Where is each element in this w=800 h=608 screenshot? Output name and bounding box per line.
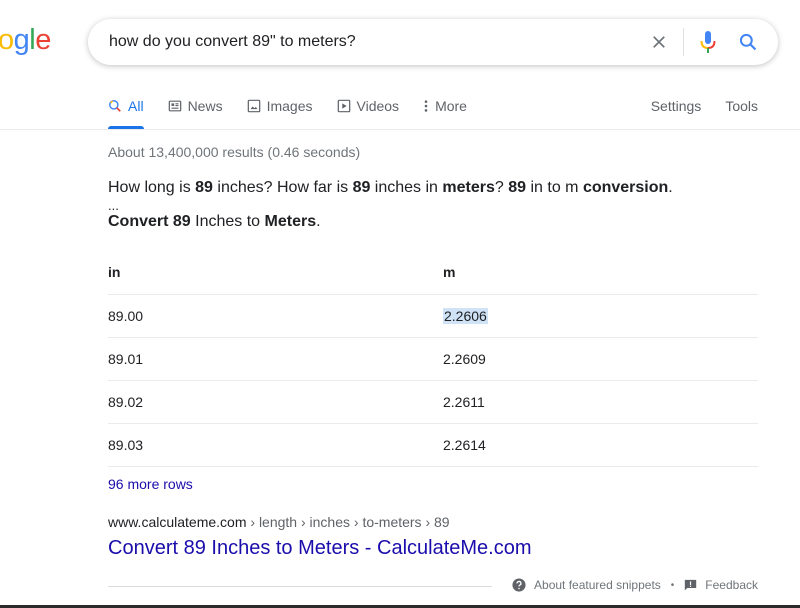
bold-term: 89 xyxy=(195,179,213,196)
snippet-text: ? xyxy=(494,179,509,196)
tab-label: All xyxy=(128,98,144,114)
tab-label: Images xyxy=(266,98,313,114)
result-title-link[interactable]: Convert 89 Inches to Meters - CalculateM… xyxy=(108,537,532,560)
news-icon xyxy=(168,100,181,112)
tab-all[interactable]: All xyxy=(108,90,144,129)
more-rows-link[interactable]: 96 more rows xyxy=(108,476,193,492)
table-row: 89.03 2.2614 xyxy=(108,423,758,467)
result-domain: www.calculateme.com xyxy=(108,514,247,530)
snippet-text: inches? How far is xyxy=(212,179,353,196)
table-cell: 2.2606 xyxy=(443,294,758,338)
clear-button[interactable] xyxy=(639,22,679,62)
play-icon xyxy=(337,99,350,113)
tab-label: Videos xyxy=(356,98,400,114)
tab-videos[interactable]: Videos xyxy=(337,90,400,122)
snippet-footer: About featured snippets • Feedback xyxy=(512,578,758,592)
bold-term: Meters xyxy=(264,213,317,230)
bold-term: 89 xyxy=(508,179,527,196)
table-cell: 2.2614 xyxy=(443,423,758,467)
bold-term: 89 xyxy=(352,179,371,196)
result-breadcrumb: › length › inches › to-meters › 89 xyxy=(246,514,450,530)
close-icon xyxy=(653,36,665,48)
table-row: 89.02 2.2611 xyxy=(108,380,758,424)
snippet-heading: Convert 89 Inches to Meters. xyxy=(108,212,758,232)
voice-search-button[interactable] xyxy=(688,22,728,62)
table-header-row: in m xyxy=(108,250,758,295)
microphone-icon xyxy=(700,31,716,53)
image-icon xyxy=(247,99,260,113)
snippet-text: inches in xyxy=(370,179,443,196)
logo-letter: o xyxy=(0,24,14,56)
search-tabs: All News Images Videos More xyxy=(108,90,491,130)
separator: • xyxy=(670,579,675,591)
table-cell: 89.02 xyxy=(108,380,443,424)
snippet-line: How long is 89 inches? How far is 89 inc… xyxy=(108,178,758,198)
google-logo[interactable]: ogle xyxy=(0,24,51,57)
bold-term: Convert 89 xyxy=(108,213,191,230)
tools-link[interactable]: Tools xyxy=(725,90,758,122)
bold-term: conversion xyxy=(582,179,669,196)
more-vert-icon xyxy=(424,100,428,112)
table-row: 89.01 2.2609 xyxy=(108,337,758,381)
tab-news[interactable]: News xyxy=(168,90,223,122)
table-row: 89.00 2.2606 xyxy=(108,294,758,338)
table-cell: 2.2609 xyxy=(443,337,758,381)
logo-letter: e xyxy=(35,24,51,56)
tab-more[interactable]: More xyxy=(423,90,467,122)
tab-images[interactable]: Images xyxy=(247,90,313,122)
snippet-ellipsis: ... xyxy=(108,198,119,213)
table-cell: 2.2611 xyxy=(443,380,758,424)
snippet-text: How long is xyxy=(108,179,196,196)
snippet-text: . xyxy=(316,213,321,230)
featured-snippet-text: How long is 89 inches? How far is 89 inc… xyxy=(108,178,758,232)
conversion-table: in m 89.00 2.2606 89.01 2.2609 89.02 2.2… xyxy=(108,250,758,467)
about-label: About featured snippets xyxy=(534,578,661,592)
table-cell: 89.01 xyxy=(108,337,443,381)
snippet-text: in to m xyxy=(526,179,583,196)
search-box: how do you convert 89" to meters? xyxy=(88,19,778,65)
feedback-icon xyxy=(685,579,697,590)
feedback-label: Feedback xyxy=(705,578,758,592)
help-icon xyxy=(512,578,526,592)
highlighted-value[interactable]: 2.2606 xyxy=(443,307,488,324)
table-cell: 89.03 xyxy=(108,423,443,467)
search-input[interactable]: how do you convert 89" to meters? xyxy=(88,33,639,51)
search-icon xyxy=(109,100,121,112)
logo-letter: g xyxy=(13,24,30,56)
divider xyxy=(0,129,800,130)
snippet-text: Inches to xyxy=(190,213,265,230)
column-header: in xyxy=(108,250,443,295)
search-icon xyxy=(739,33,757,51)
bold-term: meters xyxy=(442,179,495,196)
search-options: Settings Tools xyxy=(627,90,758,122)
tab-label: News xyxy=(187,98,223,114)
search-button[interactable] xyxy=(728,22,768,62)
settings-link[interactable]: Settings xyxy=(651,90,702,122)
result-url[interactable]: www.calculateme.com › length › inches › … xyxy=(108,514,450,530)
divider xyxy=(683,28,684,56)
column-header: m xyxy=(443,250,758,295)
divider xyxy=(108,586,492,587)
feedback-link[interactable]: Feedback xyxy=(684,578,758,592)
result-stats: About 13,400,000 results (0.46 seconds) xyxy=(108,144,361,160)
about-featured-snippets-link[interactable]: About featured snippets xyxy=(512,578,661,592)
tab-label: More xyxy=(435,98,467,114)
snippet-text: . xyxy=(668,179,673,196)
table-cell: 89.00 xyxy=(108,294,443,338)
